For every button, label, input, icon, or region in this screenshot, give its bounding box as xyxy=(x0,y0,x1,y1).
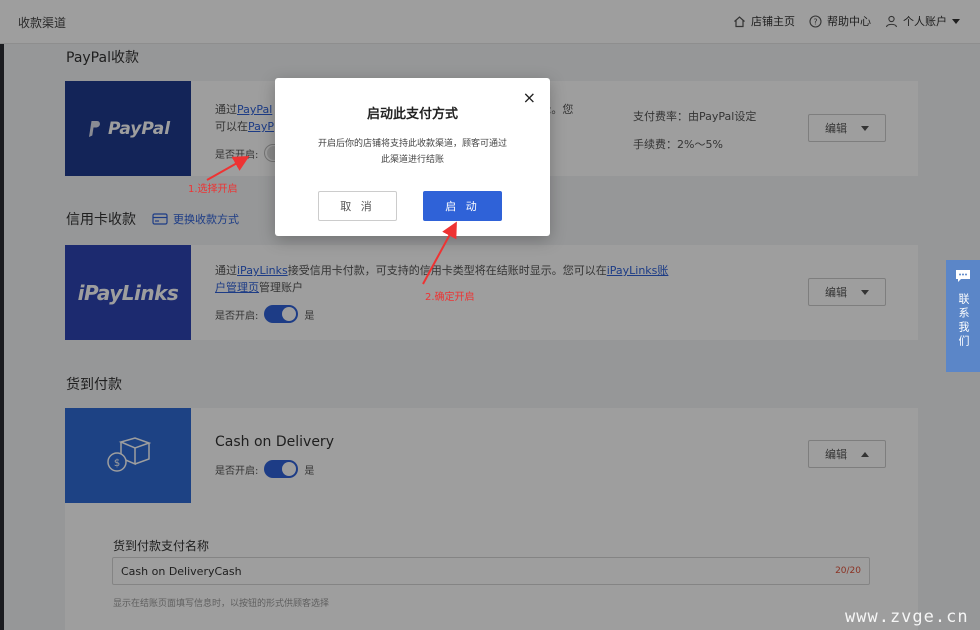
watermark: www.zvge.cn xyxy=(845,607,969,627)
annotation-step2: 2.确定开启 xyxy=(425,292,475,303)
annotation-arrows xyxy=(206,156,457,285)
annotation-arrow-1 xyxy=(206,156,250,181)
annotation-step1: 1.选择开启 xyxy=(188,184,238,195)
annotation-arrow-2 xyxy=(422,221,457,285)
